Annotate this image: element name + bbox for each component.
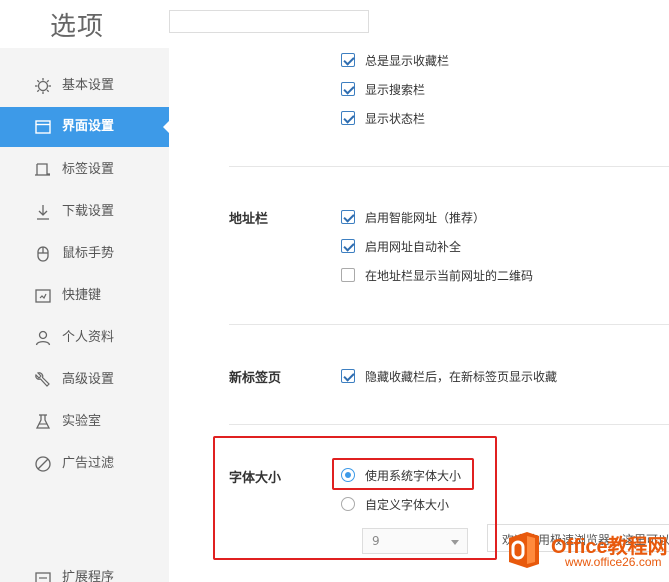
sidebar-item-label: 扩展程序 — [62, 570, 115, 582]
sidebar-item-label: 广告过滤 — [62, 456, 115, 471]
watermark-url: www.office26.com — [565, 555, 662, 569]
new-tab-bookmarks-option[interactable]: 隐藏收藏栏后，在新标签页显示收藏 — [341, 367, 557, 385]
sidebar-item-download[interactable]: 下载设置 — [0, 192, 169, 232]
show-search-bar-option[interactable]: 显示搜索栏 — [341, 80, 425, 98]
new-tab-label: 新标签页 — [229, 371, 282, 386]
smart-url-option[interactable]: 启用智能网址（推荐） — [341, 208, 485, 226]
show-status-bar-option[interactable]: 显示状态栏 — [341, 109, 425, 127]
sidebar-item-label: 个人资料 — [62, 330, 115, 345]
wrench-icon — [35, 372, 50, 387]
show-bookmarks-bar-option[interactable]: 总是显示收藏栏 — [341, 51, 449, 69]
sidebar-item-tabs[interactable]: 标签设置 — [0, 150, 169, 190]
url-autocomplete-option[interactable]: 启用网址自动补全 — [341, 237, 461, 255]
person-icon — [35, 330, 51, 346]
sidebar-item-interface[interactable]: 界面设置 — [0, 107, 169, 147]
shortcut-icon — [35, 289, 51, 303]
sidebar-item-profile[interactable]: 个人资料 — [0, 318, 169, 358]
checkbox[interactable] — [341, 369, 355, 383]
annotation-highlight-option — [332, 458, 474, 490]
block-icon — [35, 456, 51, 472]
checkbox[interactable] — [341, 268, 355, 282]
checkbox[interactable] — [341, 239, 355, 253]
address-bar-label: 地址栏 — [229, 212, 269, 227]
sidebar-item-label: 鼠标手势 — [62, 246, 115, 261]
option-label: 显示搜索栏 — [365, 82, 426, 97]
window-icon — [35, 120, 51, 134]
sidebar-item-lab[interactable]: 实验室 — [0, 402, 169, 442]
sidebar-item-label: 快捷键 — [62, 288, 102, 303]
flask-icon — [35, 414, 51, 429]
search-input[interactable] — [169, 10, 369, 33]
watermark: Office教程网 www.office26.com — [503, 524, 669, 576]
sidebar-item-adblock[interactable]: 广告过滤 — [0, 444, 169, 484]
annotation-highlight-box — [213, 436, 497, 560]
option-label: 显示状态栏 — [365, 111, 426, 126]
checkbox[interactable] — [341, 53, 355, 67]
option-label: 启用网址自动补全 — [365, 239, 462, 254]
sidebar-item-label: 高级设置 — [62, 372, 115, 387]
sidebar-item-label: 下载设置 — [62, 204, 115, 219]
sidebar-item-label: 界面设置 — [62, 119, 115, 134]
checkbox[interactable] — [341, 210, 355, 224]
tab-icon — [35, 163, 50, 176]
option-label: 启用智能网址（推荐） — [365, 210, 486, 225]
sidebar-item-label: 基本设置 — [62, 78, 115, 93]
option-label: 隐藏收藏栏后，在新标签页显示收藏 — [365, 369, 558, 384]
settings-panel: 总是显示收藏栏 显示搜索栏 显示状态栏 地址栏 启用智能网址（推荐） 启用网址自… — [169, 48, 669, 582]
sidebar-item-basic[interactable]: 基本设置 — [0, 66, 169, 106]
mouse-icon — [37, 246, 49, 262]
divider — [229, 166, 669, 167]
divider — [229, 424, 669, 425]
header: 选项 — [0, 0, 669, 48]
sidebar-item-label: 实验室 — [62, 414, 102, 429]
page-title: 选项 — [50, 12, 105, 42]
sidebar-item-mouse-gesture[interactable]: 鼠标手势 — [0, 234, 169, 274]
download-icon — [37, 205, 49, 220]
sidebar-item-label: 标签设置 — [62, 162, 115, 177]
gear-icon — [35, 78, 51, 94]
qr-code-option[interactable]: 在地址栏显示当前网址的二维码 — [341, 266, 533, 284]
sidebar-item-extensions[interactable]: 扩展程序 — [0, 558, 169, 582]
sidebar: 基本设置 界面设置 标签设置 下载设置 鼠标手势 快捷键 个人资料 高级设置 实… — [0, 48, 169, 582]
extension-icon — [35, 572, 51, 582]
sidebar-item-shortcut[interactable]: 快捷键 — [0, 276, 169, 316]
checkbox[interactable] — [341, 82, 355, 96]
option-label: 总是显示收藏栏 — [365, 53, 450, 68]
sidebar-item-advanced[interactable]: 高级设置 — [0, 360, 169, 400]
divider — [229, 324, 669, 325]
checkbox[interactable] — [341, 111, 355, 125]
option-label: 在地址栏显示当前网址的二维码 — [365, 268, 534, 283]
office-logo-icon — [509, 532, 539, 568]
